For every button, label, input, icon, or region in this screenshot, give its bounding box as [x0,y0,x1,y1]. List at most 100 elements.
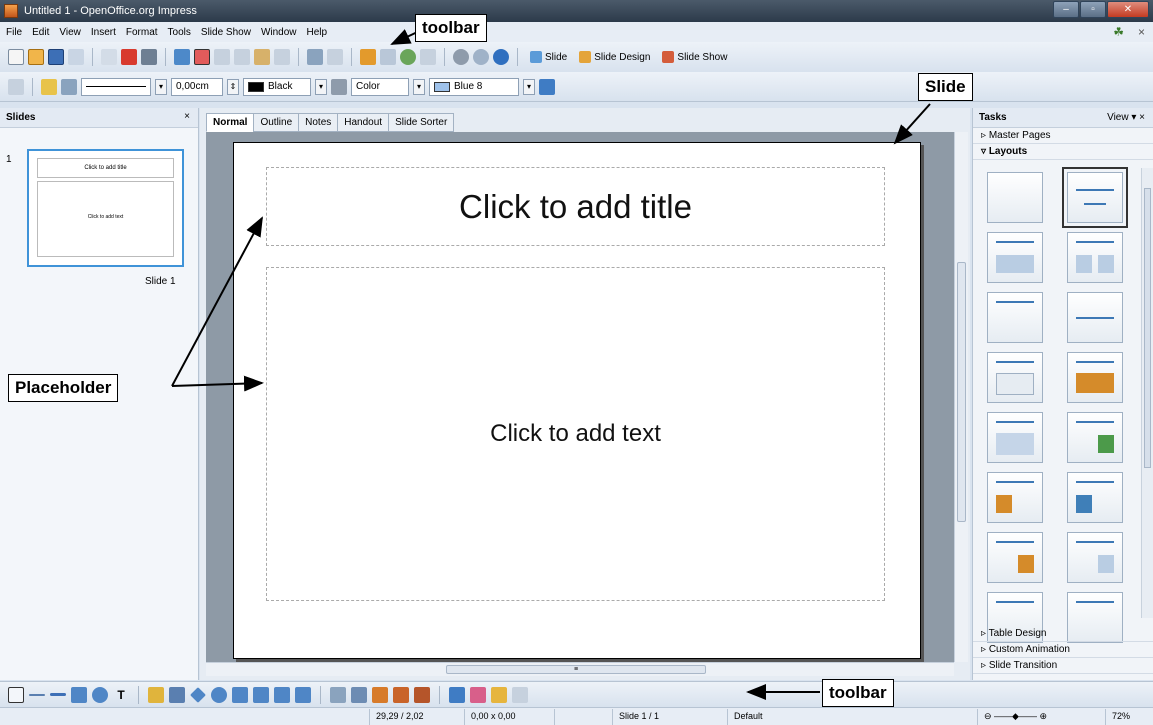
edit-file-icon[interactable] [101,49,117,65]
arrow-style-icon[interactable] [61,78,77,95]
slide-design-button[interactable]: Slide Design [575,51,654,63]
menu-window[interactable]: Window [261,27,297,38]
master-pages-section[interactable]: ▹ Master Pages [973,128,1153,144]
layout-title-text-chart[interactable] [987,532,1043,583]
print-icon[interactable] [141,49,157,65]
area-style-select[interactable]: Color [351,77,409,96]
from-file-icon[interactable] [393,686,409,703]
layout-centered-text[interactable] [1067,292,1123,343]
layout-title-content[interactable] [987,232,1043,283]
line-tool-icon[interactable] [29,693,45,696]
stars-icon[interactable] [295,686,311,703]
select-icon[interactable] [8,686,24,703]
line-style-select[interactable] [81,77,151,96]
area-style-dropdown[interactable]: ▾ [413,78,425,95]
layouts-section[interactable]: ▿ Layouts [973,144,1153,160]
slide-transition-section[interactable]: ▹ Slide Transition [973,658,1153,674]
menu-help[interactable]: Help [307,27,328,38]
chart-icon[interactable] [360,49,376,65]
layout-title-table[interactable] [987,412,1043,463]
save-icon[interactable] [48,49,64,65]
redo-icon[interactable] [327,49,343,65]
undo-icon[interactable] [307,49,323,65]
export-pdf-icon[interactable] [121,49,137,65]
line-icon[interactable] [41,78,57,95]
line-width-field[interactable]: 0,00cm [171,77,223,96]
callouts-icon[interactable] [274,686,290,703]
new-document-icon[interactable] [8,49,24,65]
layout-blank[interactable] [987,172,1043,223]
glue-points-icon[interactable] [351,686,367,703]
symbol-shapes-icon[interactable] [211,686,227,703]
extrusion-icon[interactable] [449,686,465,703]
close-slides-pane-icon[interactable]: × [184,111,190,122]
autospellcheck-icon[interactable] [194,49,210,65]
table-icon[interactable] [380,49,396,65]
vertical-scrollbar[interactable] [954,132,968,662]
menu-view[interactable]: View [59,27,81,38]
effects-icon[interactable] [470,686,486,703]
format-paintbrush-icon[interactable] [274,49,290,65]
zoom-level[interactable]: 72% [1106,709,1151,725]
layout-title-text-picture[interactable] [1067,412,1123,463]
hyperlink-icon[interactable] [400,49,416,65]
tab-notes[interactable]: Notes [298,113,339,132]
copy-icon[interactable] [234,49,250,65]
arrange-icon[interactable] [512,686,528,703]
layout-title-chart-text[interactable] [987,472,1043,523]
flowchart-icon[interactable] [253,686,269,703]
minimize-button[interactable]: – [1053,1,1079,18]
menu-file[interactable]: File [6,27,22,38]
slide-canvas[interactable]: Click to add title Click to add text [233,142,921,659]
vertical-scroll-thumb[interactable] [957,262,966,522]
title-placeholder[interactable]: Click to add title [266,167,885,246]
arrow-line-icon[interactable] [50,693,66,696]
area-color-dropdown[interactable]: ▾ [523,78,535,95]
slide-button[interactable]: Slide [526,51,571,63]
basic-shapes-icon[interactable] [190,686,206,703]
zoom-icon[interactable] [473,49,489,65]
close-window-button[interactable]: ✕ [1107,1,1149,18]
menu-format[interactable]: Format [126,27,158,38]
tab-handout[interactable]: Handout [337,113,390,132]
table-design-section[interactable]: ▹ Table Design [973,626,1153,642]
menu-tools[interactable]: Tools [168,27,191,38]
connector-icon[interactable] [169,686,185,703]
ellipse-icon[interactable] [92,686,108,703]
menu-insert[interactable]: Insert [91,27,116,38]
tasks-scroll-thumb[interactable] [1144,188,1151,468]
layout-title-2-content[interactable] [1067,232,1123,283]
grid-icon[interactable] [420,49,436,65]
horizontal-scroll-thumb[interactable]: ≡ [446,665,706,674]
points-icon[interactable] [330,686,346,703]
area-icon[interactable] [331,78,347,95]
tasks-scrollbar[interactable] [1141,168,1153,618]
layout-title-picture-text[interactable] [1067,472,1123,523]
horizontal-scrollbar[interactable]: ≡ [206,662,954,676]
maximize-button[interactable]: ▫ [1080,1,1106,18]
line-color-dropdown[interactable]: ▾ [315,78,327,95]
tab-normal[interactable]: Normal [206,113,255,132]
open-icon[interactable] [28,49,44,65]
fontwork-icon[interactable] [372,686,388,703]
help-agent-icon[interactable]: ☘ [1113,25,1124,39]
block-arrows-icon[interactable] [232,686,248,703]
paste-icon[interactable] [254,49,270,65]
align-icon[interactable] [491,686,507,703]
layout-title-chart[interactable] [1067,352,1123,403]
gallery-icon[interactable] [414,686,430,703]
layout-title-content-right[interactable] [1067,532,1123,583]
shadow-icon[interactable] [539,78,555,95]
layout-title-2-content-alt[interactable] [987,352,1043,403]
line-width-spinner[interactable]: ⇕ [227,78,239,95]
text-tool-icon[interactable]: T [113,687,129,703]
display-icon[interactable] [8,78,24,95]
slide-thumbnail[interactable]: Click to add title Click to add text [27,149,184,267]
tasks-view-menu[interactable]: View ▾ × [1107,112,1145,123]
area-color-select[interactable]: Blue 8 [429,77,519,96]
line-color-select[interactable]: Black [243,77,311,96]
help-icon[interactable] [493,49,509,65]
menu-slide-show[interactable]: Slide Show [201,27,251,38]
slide-show-button[interactable]: Slide Show [658,51,731,63]
menu-edit[interactable]: Edit [32,27,49,38]
